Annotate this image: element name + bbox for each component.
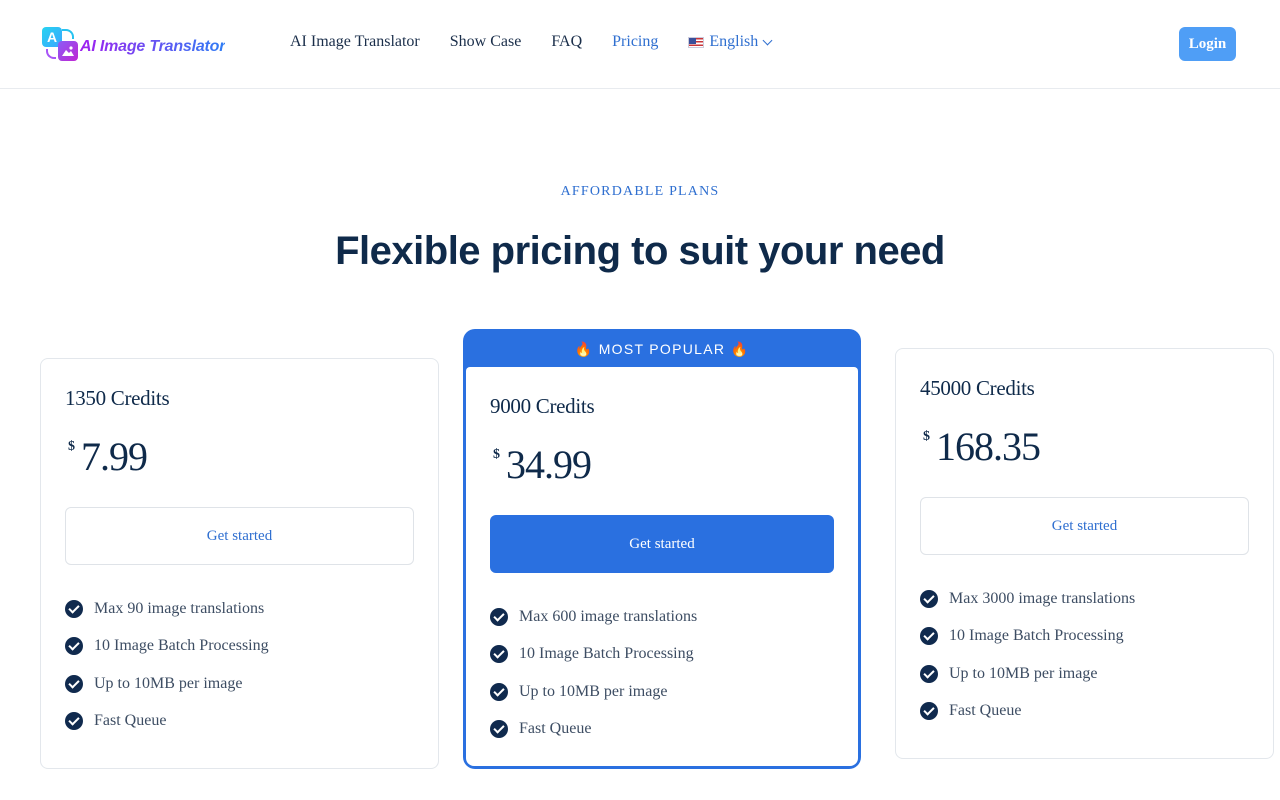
- check-circle-icon: [65, 712, 83, 731]
- currency-symbol: $: [493, 447, 500, 462]
- check-circle-icon: [490, 720, 508, 739]
- check-circle-icon: [490, 607, 508, 626]
- feature-item: 10 Image Batch Processing: [920, 627, 1135, 646]
- nav-faq[interactable]: FAQ: [551, 33, 582, 51]
- most-popular-badge: 🔥 MOST POPULAR 🔥: [574, 341, 750, 357]
- check-circle-icon: [490, 645, 508, 664]
- feature-item: Up to 10MB per image: [490, 682, 697, 701]
- chevron-down-icon: [762, 35, 773, 45]
- check-circle-icon: [65, 599, 83, 618]
- plan-title: 45000 Credits: [920, 376, 1035, 400]
- check-circle-icon: [920, 589, 938, 608]
- pricing-card-45000: 45000 Credits $ 168.35 Get started Max 3…: [895, 348, 1274, 759]
- feature-item: Fast Queue: [920, 702, 1135, 721]
- us-flag-icon: [688, 36, 705, 48]
- page-title: Flexible pricing to suit your need: [335, 229, 945, 273]
- feature-item: 10 Image Batch Processing: [65, 637, 269, 656]
- feature-item: Fast Queue: [490, 720, 697, 739]
- feature-item: 10 Image Batch Processing: [490, 645, 697, 664]
- plan-title: 1350 Credits: [65, 386, 170, 410]
- nav-pricing[interactable]: Pricing: [612, 33, 658, 51]
- pricing-card-1350: 1350 Credits $ 7.99 Get started Max 90 i…: [40, 358, 439, 769]
- nav-ai-image-translator[interactable]: AI Image Translator: [290, 33, 420, 51]
- feature-item: Fast Queue: [65, 712, 269, 731]
- price-amount: 34.99: [506, 442, 592, 487]
- nav-show-case[interactable]: Show Case: [450, 33, 522, 51]
- feature-list: Max 90 image translations 10 Image Batch…: [65, 599, 269, 749]
- plan-price: $ 7.99: [68, 431, 148, 483]
- price-amount: 7.99: [81, 434, 148, 479]
- language-selector[interactable]: English: [688, 33, 773, 51]
- price-amount: 168.35: [936, 424, 1041, 469]
- get-started-button[interactable]: Get started: [920, 497, 1249, 555]
- check-circle-icon: [920, 702, 938, 721]
- language-label: English: [709, 33, 759, 50]
- section-eyebrow: AFFORDABLE PLANS: [560, 184, 720, 199]
- feature-list: Max 3000 image translations 10 Image Bat…: [920, 589, 1135, 739]
- plan-title: 9000 Credits: [490, 394, 595, 418]
- logo-icon: A: [42, 27, 78, 61]
- feature-item: Up to 10MB per image: [920, 664, 1135, 683]
- get-started-button[interactable]: Get started: [490, 515, 834, 573]
- feature-item: Max 600 image translations: [490, 607, 697, 626]
- check-circle-icon: [65, 637, 83, 656]
- logo-text: AI Image Translator: [80, 38, 226, 55]
- plan-price: $ 168.35: [923, 421, 1041, 473]
- feature-item: Max 90 image translations: [65, 599, 269, 618]
- feature-list: Max 600 image translations 10 Image Batc…: [490, 607, 697, 757]
- currency-symbol: $: [68, 439, 75, 454]
- main-nav: AI Image Translator Show Case FAQ Pricin…: [290, 33, 773, 51]
- site-header: A AI Image Translator AI Image Translato…: [0, 0, 1280, 89]
- plan-price: $ 34.99: [493, 439, 592, 491]
- login-button[interactable]: Login: [1179, 27, 1236, 61]
- get-started-button[interactable]: Get started: [65, 507, 414, 565]
- feature-item: Up to 10MB per image: [65, 674, 269, 693]
- logo[interactable]: A AI Image Translator: [42, 26, 225, 62]
- check-circle-icon: [65, 674, 83, 693]
- feature-item: Max 3000 image translations: [920, 589, 1135, 608]
- check-circle-icon: [920, 664, 938, 683]
- check-circle-icon: [490, 682, 508, 701]
- check-circle-icon: [920, 627, 938, 646]
- pricing-card-9000: 9000 Credits $ 34.99 Get started Max 600…: [466, 367, 858, 766]
- currency-symbol: $: [923, 429, 930, 444]
